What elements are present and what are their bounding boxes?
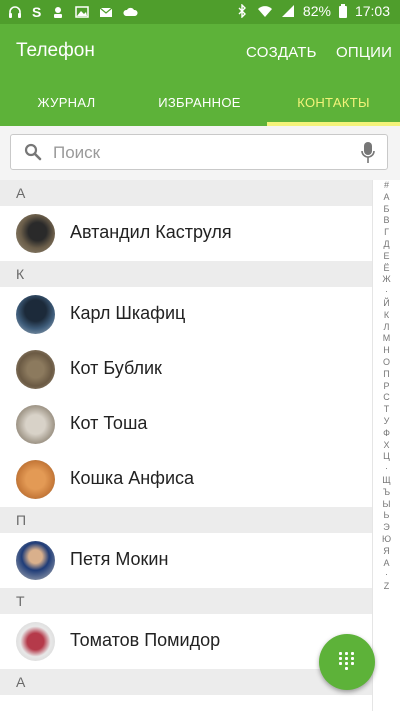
search-icon [24, 143, 42, 161]
mail-icon [99, 7, 113, 17]
index-letter[interactable]: · [373, 463, 400, 475]
index-letter[interactable]: Ф [373, 428, 400, 440]
contact-row[interactable]: Томатов Помидор [0, 614, 372, 669]
battery-icon [338, 4, 347, 18]
create-button[interactable]: СОЗДАТЬ [246, 44, 317, 61]
search-area [0, 126, 400, 180]
clock: 17:03 [354, 3, 390, 19]
index-letter[interactable]: Я [373, 546, 400, 558]
index-letter[interactable]: Н [373, 345, 400, 357]
index-letter[interactable]: К [373, 310, 400, 322]
avatar [16, 350, 55, 389]
contact-name: Петя Мокин [70, 549, 169, 569]
contact-row[interactable]: Кот Тоша [0, 397, 372, 452]
index-letter[interactable]: Т [373, 404, 400, 416]
index-letter[interactable]: В [373, 215, 400, 227]
index-letter[interactable]: Ь [373, 510, 400, 522]
contact-name: Томатов Помидор [70, 630, 221, 650]
notification-icon [54, 7, 63, 18]
cloud-icon [123, 7, 138, 16]
index-letter[interactable]: # [373, 180, 400, 192]
app-bar: Телефон СОЗДАТЬ ОПЦИИ [0, 24, 400, 80]
index-letter[interactable]: Ъ [373, 487, 400, 499]
section-header: Т [0, 588, 372, 614]
contact-name: Кот Тоша [70, 413, 148, 433]
section-header: П [0, 507, 372, 533]
section-header: А [0, 180, 372, 206]
index-letter[interactable]: Д [373, 239, 400, 251]
battery-percent: 82% [302, 3, 331, 19]
tab-log[interactable]: ЖУРНАЛ [0, 80, 133, 126]
avatar [16, 460, 55, 499]
index-letter[interactable]: Ы [373, 499, 400, 511]
index-letter[interactable]: Е [373, 251, 400, 263]
index-letter[interactable]: Ё [373, 263, 400, 275]
headset-icon [9, 6, 21, 18]
contact-row[interactable]: Автандил Каструля [0, 206, 372, 261]
index-letter[interactable]: С [373, 392, 400, 404]
search-box[interactable] [10, 134, 388, 171]
index-letter[interactable]: О [373, 357, 400, 369]
index-letter[interactable]: М [373, 333, 400, 345]
tab-bar: ЖУРНАЛ ИЗБРАННОЕ КОНТАКТЫ [0, 80, 400, 126]
contact-row[interactable]: Карл Шкафиц [0, 287, 372, 342]
index-letter[interactable]: У [373, 416, 400, 428]
index-letter[interactable]: Г [373, 227, 400, 239]
index-letter[interactable]: Ю [373, 534, 400, 546]
dialpad-button[interactable] [319, 634, 375, 690]
index-letter[interactable]: Z [373, 581, 400, 593]
index-letter[interactable]: Б [373, 204, 400, 216]
avatar [16, 405, 55, 444]
index-letter[interactable]: Ц [373, 451, 400, 463]
contact-name: Кот Бублик [70, 358, 162, 378]
contact-name: Кошка Анфиса [70, 468, 195, 488]
avatar [16, 214, 55, 253]
index-letter[interactable]: П [373, 369, 400, 381]
tab-favorites[interactable]: ИЗБРАННОЕ [133, 80, 266, 126]
s-app-icon: S [32, 4, 42, 20]
index-letter[interactable]: · [373, 286, 400, 298]
section-header: A [0, 669, 372, 695]
contact-row[interactable]: Кошка Анфиса [0, 452, 372, 507]
contact-row[interactable]: Кот Бублик [0, 342, 372, 397]
index-letter[interactable]: А [373, 192, 400, 204]
index-letter[interactable]: Й [373, 298, 400, 310]
index-letter[interactable]: Л [373, 322, 400, 334]
index-letter[interactable]: Э [373, 522, 400, 534]
contact-name: Карл Шкафиц [70, 303, 186, 323]
contact-list: А Автандил Каструля К Карл Шкафиц Кот Бу… [0, 180, 372, 695]
contact-name: Автандил Каструля [70, 222, 232, 242]
section-header: К [0, 261, 372, 287]
alphabet-index[interactable]: # А Б В Г Д Е Ё Ж · Й К Л М Н О П Р С Т У Ф Х Ц · Щ Ъ Ы Ь Э Ю Я A · Z [372, 180, 400, 711]
avatar [16, 622, 55, 661]
signal-icon [281, 5, 294, 17]
index-letter[interactable]: Х [373, 440, 400, 452]
page-title: Телефон [16, 40, 95, 61]
microphone-icon[interactable] [361, 142, 375, 164]
index-letter[interactable]: Р [373, 381, 400, 393]
contact-row[interactable]: Петя Мокин [0, 533, 372, 588]
index-letter[interactable]: · [373, 569, 400, 581]
status-bar: S 82% 17:03 [0, 0, 400, 24]
avatar [16, 541, 55, 580]
dialpad-icon [339, 652, 355, 672]
wifi-icon [257, 6, 272, 17]
tab-contacts[interactable]: КОНТАКТЫ [267, 80, 400, 126]
index-letter[interactable]: A [373, 558, 400, 570]
bluetooth-icon [238, 4, 246, 18]
search-input[interactable] [51, 135, 355, 171]
options-button[interactable]: ОПЦИИ [336, 44, 392, 61]
index-letter[interactable]: Ж [373, 274, 400, 286]
avatar [16, 295, 55, 334]
index-letter[interactable]: Щ [373, 475, 400, 487]
gallery-icon [75, 6, 90, 18]
